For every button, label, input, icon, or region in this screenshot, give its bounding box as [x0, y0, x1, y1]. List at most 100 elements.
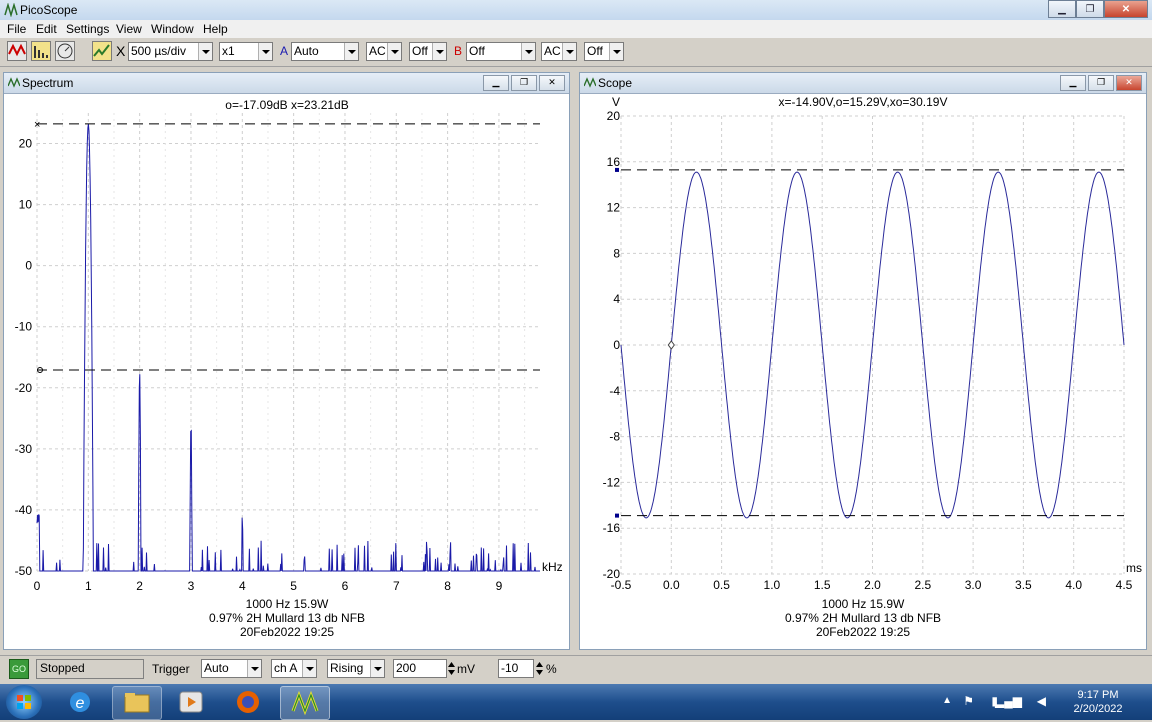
channel-a-offset-select[interactable]: Off [409, 42, 447, 61]
o-marker-handle-icon[interactable] [615, 167, 619, 172]
scope-window-caption: Scope ▁ ❐ ✕ [580, 73, 1146, 94]
spectrum-plot[interactable]: o=-17.09dB x=23.21dB 20100-10-20-30-40-5… [4, 94, 569, 650]
internet-explorer-icon: e [70, 692, 90, 712]
spectrum-mode-button[interactable] [31, 41, 51, 61]
picoscope-logo-icon [4, 3, 18, 17]
svg-text:e: e [76, 695, 85, 712]
close-button[interactable]: ✕ [1104, 0, 1148, 18]
chevron-down-icon [432, 43, 446, 60]
spectrum-x-tick-label: 0 [34, 579, 41, 593]
taskbar-internet-explorer[interactable]: e [56, 686, 104, 718]
action-center-flag-icon[interactable]: ⚑ [963, 694, 974, 708]
spectrum-x-tick-label: 6 [342, 579, 349, 593]
network-signal-icon[interactable]: ▂▄▆ [995, 694, 1022, 708]
scope-close-button[interactable]: ✕ [1116, 75, 1142, 91]
scope-maximize-button[interactable]: ❐ [1088, 75, 1114, 91]
go-button[interactable]: GO [9, 659, 29, 679]
channel-a-range-select[interactable]: Auto [291, 42, 359, 61]
minimize-button[interactable]: ▁ [1048, 0, 1076, 18]
menu-edit[interactable]: Edit [36, 22, 57, 36]
scope-y-tick-label: 20 [607, 109, 621, 123]
channel-b-coupling-value: AC [544, 44, 561, 58]
clock[interactable]: 9:17 PM 2/20/2022 [1058, 688, 1138, 716]
scope-x-tick-label: 0.5 [713, 578, 730, 592]
timebase-select[interactable]: 500 µs/div [128, 42, 213, 61]
scope-plot[interactable]: V x=-14.90V,o=15.29V,xo=30.19V 20 16 12 8 4 0… [580, 94, 1146, 650]
multiplier-value: x1 [222, 44, 235, 58]
run-status-panel: Stopped [36, 659, 144, 679]
x-marker-handle-icon[interactable] [615, 513, 619, 518]
firefox-icon [237, 691, 259, 713]
scope-mode-button[interactable] [7, 41, 27, 61]
scope-caption-line-2: 0.97% 2H Mullard 13 db NFB [785, 611, 941, 625]
volume-icon[interactable]: ◀ [1037, 694, 1046, 708]
taskbar-media-player[interactable] [167, 686, 215, 718]
clock-time: 9:17 PM [1077, 689, 1119, 701]
wave-icon [584, 77, 596, 88]
chevron-down-icon [247, 660, 261, 677]
wave-icon [8, 77, 20, 88]
auto-wave-icon [93, 44, 110, 57]
scope-window: Scope ▁ ❐ ✕ V x=-14.90V,o=15.29V,xo=30.1… [579, 72, 1147, 650]
scope-x-tick-label: 3.5 [1015, 578, 1032, 592]
pretrigger-spinner[interactable] [535, 659, 544, 678]
channel-b-range-select[interactable]: Off [466, 42, 536, 61]
maximize-button[interactable]: ❐ [1076, 0, 1104, 18]
menu-view[interactable]: View [116, 22, 142, 36]
spectrum-y-tick-label: -40 [15, 503, 33, 517]
threshold-spinner[interactable] [447, 659, 456, 678]
scope-y-tick-label: -12 [603, 475, 621, 489]
scope-y-tick-label: -16 [603, 521, 621, 535]
trigger-label: Trigger [152, 662, 190, 676]
taskbar-firefox[interactable] [224, 686, 272, 718]
chevron-down-icon [302, 660, 316, 677]
spectrum-y-tick-label: -20 [15, 381, 33, 395]
meter-mode-button[interactable] [55, 41, 75, 61]
scope-caption-line-1: 1000 Hz 15.9W [822, 597, 905, 611]
scope-x-tick-label: 1.0 [764, 578, 781, 592]
menu-file[interactable]: File [7, 22, 26, 36]
menu-settings[interactable]: Settings [66, 22, 109, 36]
taskbar-file-explorer[interactable] [112, 686, 162, 720]
spectrum-minimize-button[interactable]: ▁ [483, 75, 509, 91]
start-button[interactable] [6, 685, 42, 719]
close-view-button[interactable]: X [116, 43, 125, 59]
autosetup-button[interactable] [92, 41, 112, 61]
spectrum-x-tick-label: 7 [393, 579, 400, 593]
pretrigger-input[interactable]: -10 [498, 659, 534, 678]
spectrum-close-button[interactable]: ✕ [539, 75, 565, 91]
scope-minimize-button[interactable]: ▁ [1060, 75, 1086, 91]
trigger-channel-select[interactable]: ch A [271, 659, 317, 678]
show-hidden-icons-icon[interactable]: ▲ [942, 695, 952, 706]
spectrum-y-tick-label: 20 [19, 137, 33, 151]
spectrum-trace [36, 124, 540, 572]
spectrum-maximize-button[interactable]: ❐ [511, 75, 537, 91]
threshold-unit: mV [457, 662, 475, 676]
spectrum-y-tick-label: -50 [15, 564, 33, 578]
taskbar-picoscope[interactable] [280, 686, 330, 720]
app-title-bar: PicoScope ▁ ❐ ✕ [0, 0, 1152, 21]
threshold-input[interactable]: 200 [393, 659, 447, 678]
menu-window[interactable]: Window [151, 22, 194, 36]
trigger-point-icon[interactable] [667, 340, 675, 350]
spectrum-window-title: Spectrum [22, 76, 74, 90]
trigger-mode-select[interactable]: Auto [201, 659, 262, 678]
channel-a-coupling-select[interactable]: AC [366, 42, 402, 61]
menu-help[interactable]: Help [203, 22, 228, 36]
menu-bar: File Edit Settings View Window Help [0, 20, 1152, 38]
windows-taskbar: e ▲ ⚑ ▮ ▂▄▆ ◀ 9:17 PM 2/20/2022 [0, 684, 1152, 720]
channel-b-offset-select[interactable]: Off [584, 42, 624, 61]
multiplier-select[interactable]: x1 [219, 42, 273, 61]
spectrum-bars-icon [34, 46, 48, 58]
chevron-down-icon [258, 43, 272, 60]
trigger-edge-select[interactable]: Rising [327, 659, 385, 678]
go-label: GO [11, 664, 26, 674]
scope-y-tick-label: 0 [613, 338, 620, 352]
app-title: PicoScope [20, 3, 78, 17]
channel-b-coupling-select[interactable]: AC [541, 42, 577, 61]
channel-a-coupling-value: AC [369, 44, 386, 58]
trigger-edge-value: Rising [330, 661, 364, 675]
scope-y-unit: V [612, 95, 620, 109]
spectrum-y-tick-label: 10 [19, 198, 33, 212]
windows-logo-icon [17, 695, 31, 709]
